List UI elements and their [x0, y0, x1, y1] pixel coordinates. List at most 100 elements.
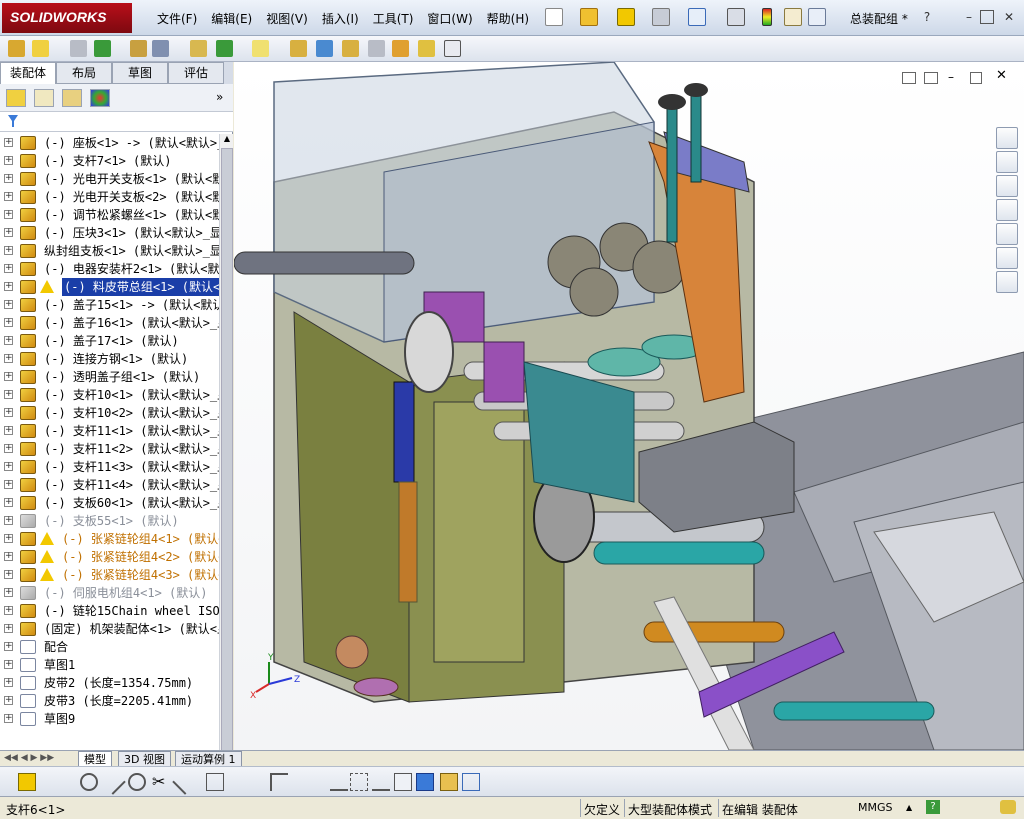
new-part-icon[interactable]	[32, 40, 49, 57]
tree-item[interactable]: + 纵封组支板<1> (默认<默认>_显	[0, 242, 220, 260]
bill-of-materials-icon[interactable]	[316, 40, 333, 57]
shaded-display-icon[interactable]	[416, 773, 434, 791]
tree-item[interactable]: + (-) 透明盖子组<1> (默认)	[0, 368, 220, 386]
viewport-link-icon[interactable]	[924, 72, 938, 84]
menu-window[interactable]: 窗口(W)	[420, 10, 479, 27]
expand-toggle-icon[interactable]: +	[4, 480, 13, 489]
new-document-icon[interactable]	[545, 8, 563, 26]
expand-toggle-icon[interactable]: +	[4, 174, 13, 183]
expand-toggle-icon[interactable]: +	[4, 444, 13, 453]
close-icon[interactable]: ✕	[1002, 10, 1016, 24]
custom-properties-icon[interactable]	[996, 247, 1018, 269]
tree-item[interactable]: + (-) 支杆11<2> (默认<默认>_显	[0, 440, 220, 458]
menu-edit[interactable]: 编辑(E)	[204, 10, 259, 27]
expand-toggle-icon[interactable]: +	[4, 300, 13, 309]
tree-item[interactable]: + (-) 光电开关支板<1> (默认<默	[0, 170, 220, 188]
expand-toggle-icon[interactable]: +	[4, 336, 13, 345]
restore-icon[interactable]	[980, 10, 994, 24]
move-component-icon[interactable]	[152, 40, 169, 57]
expand-toggle-icon[interactable]: +	[4, 390, 13, 399]
tree-item[interactable]: + (-) 光电开关支板<2> (默认<默	[0, 188, 220, 206]
viewport-close-icon[interactable]: ✕	[996, 68, 1007, 83]
instant3d-icon[interactable]	[418, 40, 435, 57]
expand-toggle-icon[interactable]: +	[4, 516, 13, 525]
viewport-minimize-icon[interactable]: –	[948, 70, 954, 84]
configuration-manager-icon[interactable]	[62, 89, 82, 107]
view-orientation-icon[interactable]	[394, 773, 412, 791]
tree-item[interactable]: + 配合	[0, 638, 220, 656]
smart-fasteners-icon[interactable]	[130, 40, 147, 57]
tree-item[interactable]: + 皮带2 (长度=1354.75mm)	[0, 674, 220, 692]
tree-item[interactable]: + (-) 盖子17<1> (默认)	[0, 332, 220, 350]
traffic-light-icon[interactable]	[762, 8, 772, 26]
rebuild-icon[interactable]	[617, 8, 635, 26]
expand-chevron-icon[interactable]: »	[216, 90, 223, 104]
insert-component-icon[interactable]	[8, 40, 25, 57]
expand-toggle-icon[interactable]: +	[4, 426, 13, 435]
expand-toggle-icon[interactable]: +	[4, 210, 13, 219]
expand-toggle-icon[interactable]: +	[4, 552, 13, 561]
expand-toggle-icon[interactable]: +	[4, 462, 13, 471]
open-folder-icon[interactable]	[580, 8, 598, 26]
linear-pattern-icon[interactable]	[94, 40, 111, 57]
tree-item[interactable]: + 草图1	[0, 656, 220, 674]
tree-item[interactable]: + (-) 座板<1> -> (默认<默认>_显	[0, 134, 220, 152]
expand-toggle-icon[interactable]: +	[4, 354, 13, 363]
app-logo[interactable]: SOLIDWORKS	[2, 3, 132, 33]
menu-file[interactable]: 文件(F)	[150, 10, 204, 27]
assembly-features-icon[interactable]	[216, 40, 233, 57]
expand-toggle-icon[interactable]: +	[4, 660, 13, 669]
expand-toggle-icon[interactable]: +	[4, 138, 13, 147]
expand-toggle-icon[interactable]: +	[4, 156, 13, 165]
dimension-tool-icon[interactable]	[330, 773, 348, 791]
mate-paperclip-icon[interactable]	[70, 40, 87, 57]
minimize-icon[interactable]: –	[962, 10, 976, 24]
point-tool-icon[interactable]	[128, 773, 146, 791]
tab-3d-views[interactable]: 3D 视图	[118, 751, 171, 767]
scroll-thumb[interactable]	[221, 148, 233, 778]
tree-item[interactable]: + (-) 料皮带总组<1> (默认<显	[0, 278, 220, 296]
centerline-tool-icon[interactable]	[172, 769, 198, 795]
line-tool-icon[interactable]	[100, 769, 126, 795]
tree-item[interactable]: + (-) 压块3<1> (默认<默认>_显示	[0, 224, 220, 242]
tree-item[interactable]: + (-) 连接方钢<1> (默认)	[0, 350, 220, 368]
menu-tools[interactable]: 工具(T)	[366, 10, 421, 27]
table-view-icon[interactable]	[462, 773, 480, 791]
new-motion-study-icon[interactable]	[290, 40, 307, 57]
tag-icon[interactable]	[1000, 800, 1016, 814]
section-view-icon[interactable]	[440, 773, 458, 791]
tab-motion-study[interactable]: 运动算例 1	[175, 751, 242, 767]
expand-toggle-icon[interactable]: +	[4, 714, 13, 723]
viewport-split-icon[interactable]	[902, 72, 916, 84]
tree-item[interactable]: + (-) 张紧链轮组4<1> (默认<显示	[0, 530, 220, 548]
menu-insert[interactable]: 插入(I)	[315, 10, 366, 27]
design-library-icon[interactable]	[996, 151, 1018, 173]
expand-toggle-icon[interactable]: +	[4, 570, 13, 579]
tab-scroll-arrows-icon[interactable]: ◀◀ ◀ ▶ ▶▶	[4, 753, 54, 763]
expand-toggle-icon[interactable]: +	[4, 228, 13, 237]
graphics-viewport[interactable]: Y Z X – ✕	[234, 62, 1024, 750]
tree-item[interactable]: + (-) 支杆11<3> (默认<默认>_显	[0, 458, 220, 476]
tree-item[interactable]: + (-) 支杆10<2> (默认<默认>_显	[0, 404, 220, 422]
expand-toggle-icon[interactable]: +	[4, 588, 13, 597]
expand-toggle-icon[interactable]: +	[4, 318, 13, 327]
expand-toggle-icon[interactable]: +	[4, 534, 13, 543]
tree-item[interactable]: + (-) 盖子15<1> -> (默认<默认>_	[0, 296, 220, 314]
help-icon[interactable]: ?	[920, 10, 934, 24]
circle-tool-icon[interactable]	[80, 773, 98, 791]
view-palette-icon[interactable]	[996, 199, 1018, 221]
print-icon[interactable]	[652, 8, 670, 26]
tree-item[interactable]: + (固定) 机架装配体<1> (默认<显	[0, 620, 220, 638]
tree-item[interactable]: + (-) 支杆7<1> (默认)	[0, 152, 220, 170]
tree-item[interactable]: + (-) 伺服电机组4<1> (默认)	[0, 584, 220, 602]
menu-help[interactable]: 帮助(H)	[480, 10, 536, 27]
corner-tool-icon[interactable]	[270, 773, 288, 791]
tree-item[interactable]: + (-) 支杆11<1> (默认<默认>_显	[0, 422, 220, 440]
triangle-tool-icon[interactable]	[372, 773, 390, 791]
sketch-icon[interactable]	[18, 773, 36, 791]
options-icon[interactable]	[808, 8, 826, 26]
expand-toggle-icon[interactable]: +	[4, 624, 13, 633]
grid-tool-icon[interactable]	[350, 773, 368, 791]
tree-item[interactable]: + (-) 张紧链轮组4<2> (默认<显示	[0, 548, 220, 566]
appearances-icon[interactable]	[996, 223, 1018, 245]
